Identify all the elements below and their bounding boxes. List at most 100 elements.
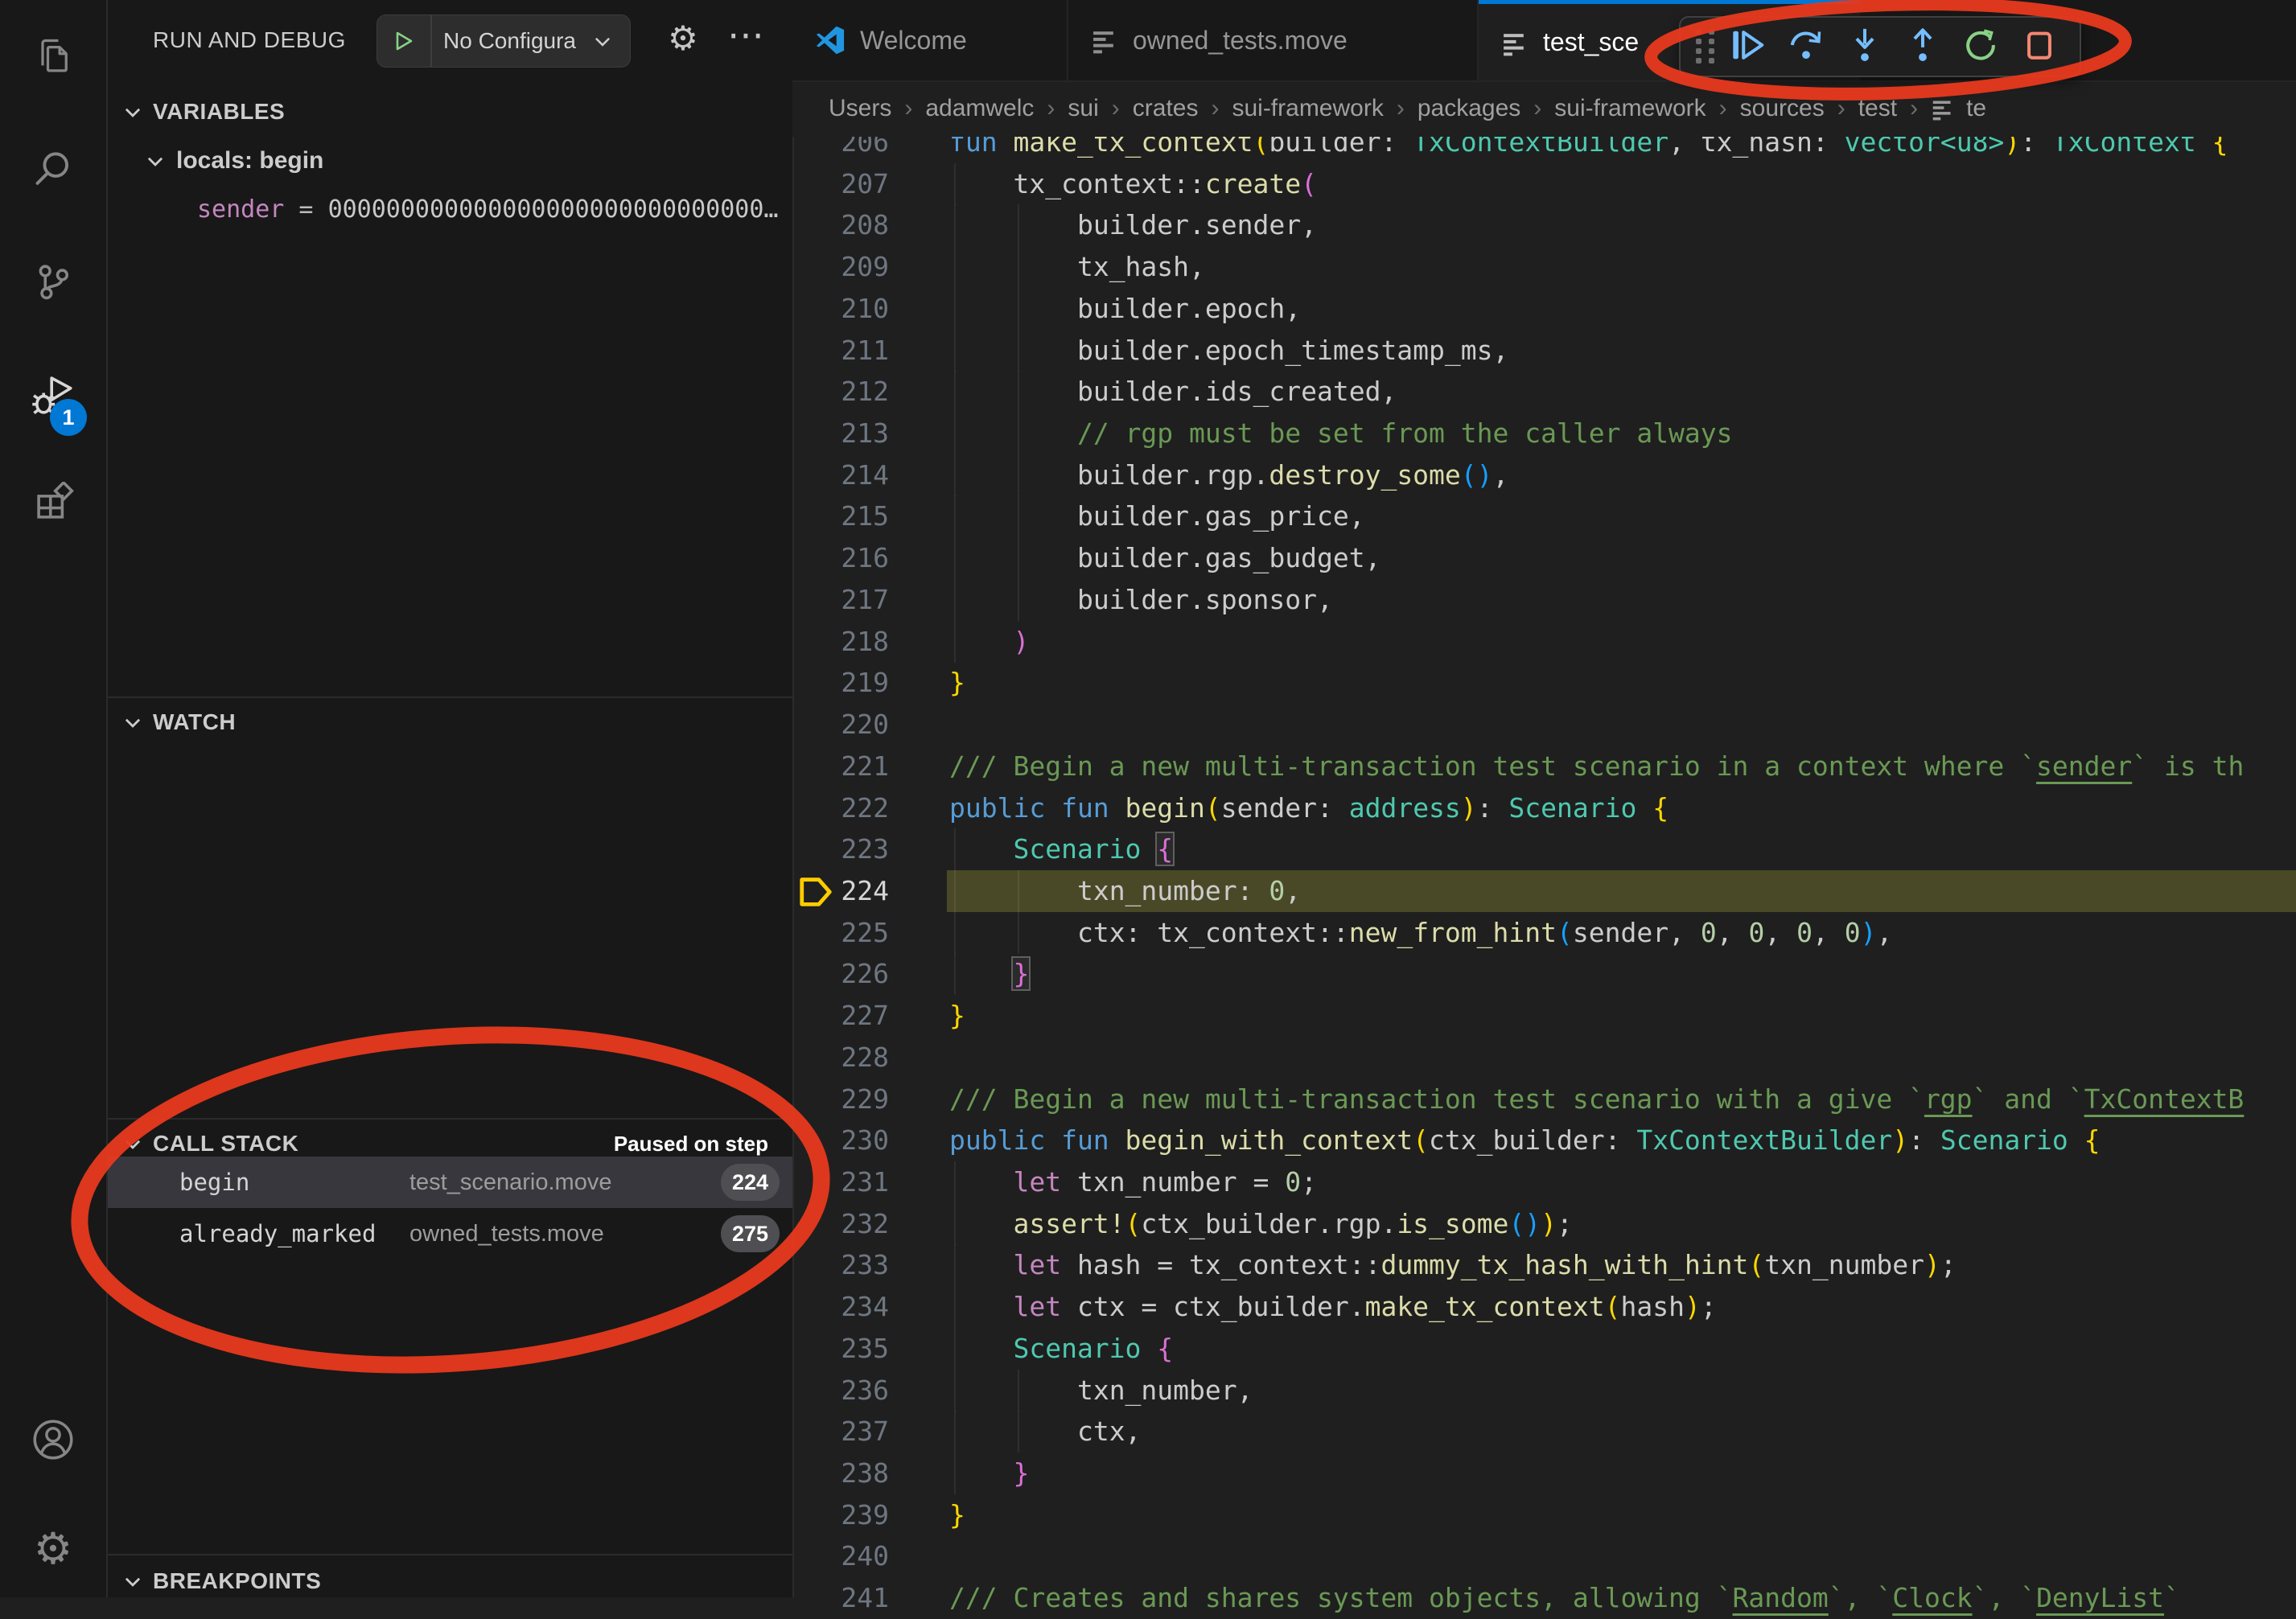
code-text[interactable]: builder.ids_created,	[949, 371, 1397, 413]
code-token[interactable]: ctx_builder.rgp.	[1141, 1208, 1397, 1239]
code-token[interactable]: new_from_hint	[1349, 917, 1557, 948]
code-token[interactable]: // rgp must be set from the caller alway…	[1077, 417, 1733, 449]
code-line-220[interactable]: 220	[792, 704, 2296, 746]
code-token[interactable]: 0	[1701, 917, 1717, 948]
code-text[interactable]: builder.gas_budget,	[949, 537, 1380, 579]
line-number[interactable]: 226	[792, 953, 889, 995]
code-line-237[interactable]: 237ctx,	[792, 1411, 2296, 1453]
code-token[interactable]: builder.ids_created,	[1077, 376, 1397, 407]
code-text[interactable]: let hash = tx_context::dummy_tx_hash_wit…	[949, 1244, 1957, 1286]
code-token[interactable]: :	[1477, 792, 1509, 824]
code-line-223[interactable]: 223Scenario {	[792, 828, 2296, 870]
more-actions-button[interactable]: ⋯	[718, 6, 774, 63]
activity-item-source-control[interactable]	[0, 241, 106, 322]
code-token[interactable]: ,	[1717, 917, 1749, 948]
code-token[interactable]: )	[1924, 1249, 1940, 1280]
code-token[interactable]: begin_with_context	[1125, 1124, 1413, 1156]
step-over-button[interactable]	[1777, 23, 1835, 71]
breadcrumb-item[interactable]: crates	[1133, 95, 1199, 122]
code-text[interactable]: /// Begin a new multi-transaction test s…	[949, 1079, 2244, 1120]
variables-section-header[interactable]: VARIABLES	[108, 91, 792, 133]
variables-scope-row[interactable]: locals: begin	[108, 138, 792, 183]
line-number[interactable]: 223	[792, 828, 889, 870]
code-token[interactable]: {	[2084, 1124, 2101, 1156]
code-text[interactable]: tx_hash,	[949, 246, 1205, 288]
code-token[interactable]: TxContextB	[2084, 1083, 2245, 1115]
code-token[interactable]: )	[1013, 626, 1029, 657]
code-token[interactable]: /// Begin a new multi-transaction test s…	[949, 750, 2036, 782]
code-token[interactable]: create	[1205, 168, 1301, 199]
chevron-down-icon[interactable]	[585, 31, 620, 51]
code-line-229[interactable]: 229/// Begin a new multi-transaction tes…	[792, 1079, 2296, 1120]
code-text[interactable]: txn_number: 0,	[949, 870, 1301, 912]
code-line-216[interactable]: 216builder.gas_budget,	[792, 537, 2296, 579]
line-number[interactable]: 218	[792, 621, 889, 663]
activity-item-settings[interactable]: ⚙	[0, 1509, 106, 1589]
code-text[interactable]: builder.gas_price,	[949, 495, 1365, 537]
code-token[interactable]: dummy_tx_hash_with_hint	[1380, 1249, 1748, 1280]
code-token[interactable]: }	[949, 667, 965, 698]
code-line-210[interactable]: 210builder.epoch,	[792, 288, 2296, 330]
code-line-233[interactable]: 233let hash = tx_context::dummy_tx_hash_…	[792, 1244, 2296, 1286]
line-number[interactable]: 211	[792, 330, 889, 372]
code-line-214[interactable]: 214builder.rgp.destroy_some(),	[792, 454, 2296, 496]
line-number[interactable]: 234	[792, 1286, 889, 1328]
code-text[interactable]: ctx,	[949, 1411, 1141, 1453]
line-number[interactable]: 238	[792, 1453, 889, 1494]
code-text[interactable]: let ctx = ctx_builder.make_tx_context(ha…	[949, 1286, 1717, 1328]
code-token[interactable]: sender:	[1221, 792, 1349, 824]
code-token[interactable]: ,	[1813, 917, 1845, 948]
line-number[interactable]: 222	[792, 787, 889, 829]
configuration-dropdown[interactable]: No Configura	[432, 28, 585, 54]
activity-item-run-and-debug[interactable]: 1	[0, 354, 106, 434]
code-token[interactable]: hash = tx_context::	[1077, 1249, 1381, 1280]
code-line-238[interactable]: 238}	[792, 1453, 2296, 1494]
code-token[interactable]: {	[1157, 833, 1173, 865]
code-token[interactable]: hash	[1620, 1291, 1684, 1322]
line-number[interactable]: 227	[792, 995, 889, 1037]
code-text[interactable]: }	[949, 1453, 1029, 1494]
line-number[interactable]: 208	[792, 204, 889, 246]
stop-button[interactable]	[2010, 23, 2068, 71]
code-token[interactable]: rgp	[1924, 1083, 1973, 1115]
code-line-215[interactable]: 215builder.gas_price,	[792, 495, 2296, 537]
code-text[interactable]: )	[949, 621, 1029, 663]
code-token[interactable]: ctx_builder:	[1429, 1124, 1636, 1156]
code-token[interactable]: /// Creates and shares system objects, a…	[949, 1582, 1733, 1613]
code-token[interactable]: `, `	[1829, 1582, 1892, 1613]
watch-section-header[interactable]: WATCH	[108, 701, 792, 743]
code-token[interactable]: Scenario	[1013, 1333, 1157, 1364]
code-token[interactable]: (	[1205, 792, 1221, 824]
code-line-219[interactable]: 219}	[792, 662, 2296, 704]
code-text[interactable]: builder.epoch_timestamp_ms,	[949, 330, 1508, 372]
code-line-232[interactable]: 232assert!(ctx_builder.rgp.is_some());	[792, 1203, 2296, 1245]
code-token[interactable]: ctx: tx_context::	[1077, 917, 1349, 948]
code-line-209[interactable]: 209 tx_hash,	[792, 246, 2296, 288]
code-token[interactable]: sender,	[1573, 917, 1701, 948]
code-text[interactable]: }	[949, 995, 965, 1037]
line-number[interactable]: 209	[792, 246, 889, 288]
code-token[interactable]: destroy_some	[1269, 459, 1460, 491]
code-text[interactable]: txn_number,	[949, 1370, 1253, 1411]
code-line-213[interactable]: 213// rgp must be set from the caller al…	[792, 413, 2296, 454]
code-token[interactable]: builder.epoch,	[1077, 293, 1301, 324]
code-token[interactable]: )	[1541, 1208, 1557, 1239]
line-number[interactable]: 241	[792, 1577, 889, 1619]
code-line-230[interactable]: 230public fun begin_with_context(ctx_bui…	[792, 1120, 2296, 1161]
code-token[interactable]: Clock	[1892, 1582, 1972, 1613]
code-token[interactable]: /// Begin a new multi-transaction test s…	[949, 1083, 1924, 1115]
code-token[interactable]: ctx = ctx_builder.	[1077, 1291, 1365, 1322]
code-token[interactable]: ()	[1461, 459, 1493, 491]
line-number[interactable]: 231	[792, 1161, 889, 1203]
code-line-218[interactable]: 218)	[792, 621, 2296, 663]
breadcrumb-item[interactable]: sui	[1068, 95, 1098, 122]
code-token[interactable]: (	[1413, 1124, 1429, 1156]
code-token[interactable]: )	[1461, 792, 1477, 824]
code-token[interactable]: 0	[1748, 917, 1764, 948]
code-line-239[interactable]: 239}	[792, 1494, 2296, 1536]
code-text[interactable]: tx_context::create(	[949, 163, 1317, 205]
line-number[interactable]: 220	[792, 704, 889, 746]
code-token[interactable]: :	[1908, 1124, 1940, 1156]
code-line-225[interactable]: 225ctx: tx_context::new_from_hint(sender…	[792, 912, 2296, 954]
start-debugging-button[interactable]	[377, 15, 432, 67]
